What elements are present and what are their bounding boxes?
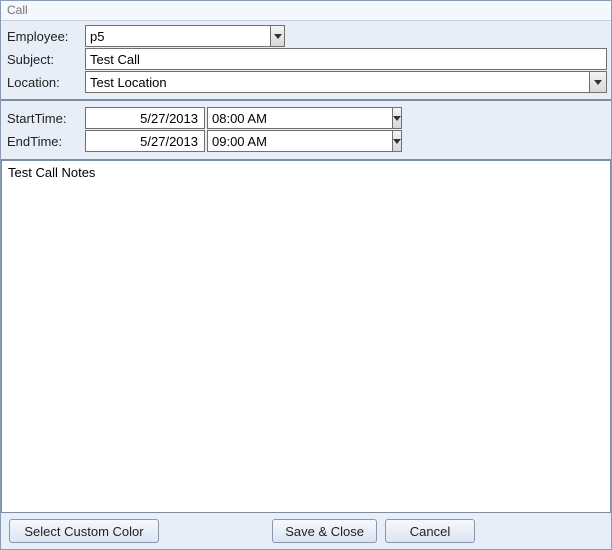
end-time-combo[interactable] [207, 130, 317, 152]
subject-input[interactable] [85, 48, 607, 70]
start-time-label: StartTime: [5, 111, 85, 126]
select-custom-color-button[interactable]: Select Custom Color [9, 519, 159, 543]
end-time-label: EndTime: [5, 134, 85, 149]
chevron-down-icon [393, 139, 401, 144]
time-fields-section: StartTime: EndTime: [1, 101, 611, 161]
location-dropdown-button[interactable] [589, 71, 607, 93]
start-time-row: StartTime: [5, 107, 607, 129]
location-row: Location: [5, 71, 607, 93]
start-time-input[interactable] [207, 107, 392, 129]
chevron-down-icon [274, 34, 282, 39]
location-input[interactable] [85, 71, 589, 93]
employee-input[interactable] [85, 25, 270, 47]
location-label: Location: [5, 75, 85, 90]
button-bar: Select Custom Color Save & Close Cancel [1, 513, 611, 549]
subject-row: Subject: [5, 48, 607, 70]
save-close-button[interactable]: Save & Close [272, 519, 377, 543]
subject-label: Subject: [5, 52, 85, 67]
end-time-row: EndTime: [5, 130, 607, 152]
dialog-title: Call [1, 1, 611, 21]
notes-area [1, 161, 611, 513]
notes-textarea[interactable] [2, 161, 610, 512]
end-time-input[interactable] [207, 130, 392, 152]
basic-fields-section: Employee: Subject: Location: [1, 21, 611, 101]
start-date-input[interactable] [85, 107, 205, 129]
employee-combo[interactable] [85, 25, 285, 47]
chevron-down-icon [594, 80, 602, 85]
end-time-dropdown-button[interactable] [392, 130, 402, 152]
start-time-dropdown-button[interactable] [392, 107, 402, 129]
location-combo[interactable] [85, 71, 607, 93]
cancel-button[interactable]: Cancel [385, 519, 475, 543]
start-time-combo[interactable] [207, 107, 317, 129]
employee-row: Employee: [5, 25, 607, 47]
end-date-input[interactable] [85, 130, 205, 152]
call-dialog: Call Employee: Subject: Location: [0, 0, 612, 550]
employee-dropdown-button[interactable] [270, 25, 285, 47]
chevron-down-icon [393, 116, 401, 121]
employee-label: Employee: [5, 29, 85, 44]
